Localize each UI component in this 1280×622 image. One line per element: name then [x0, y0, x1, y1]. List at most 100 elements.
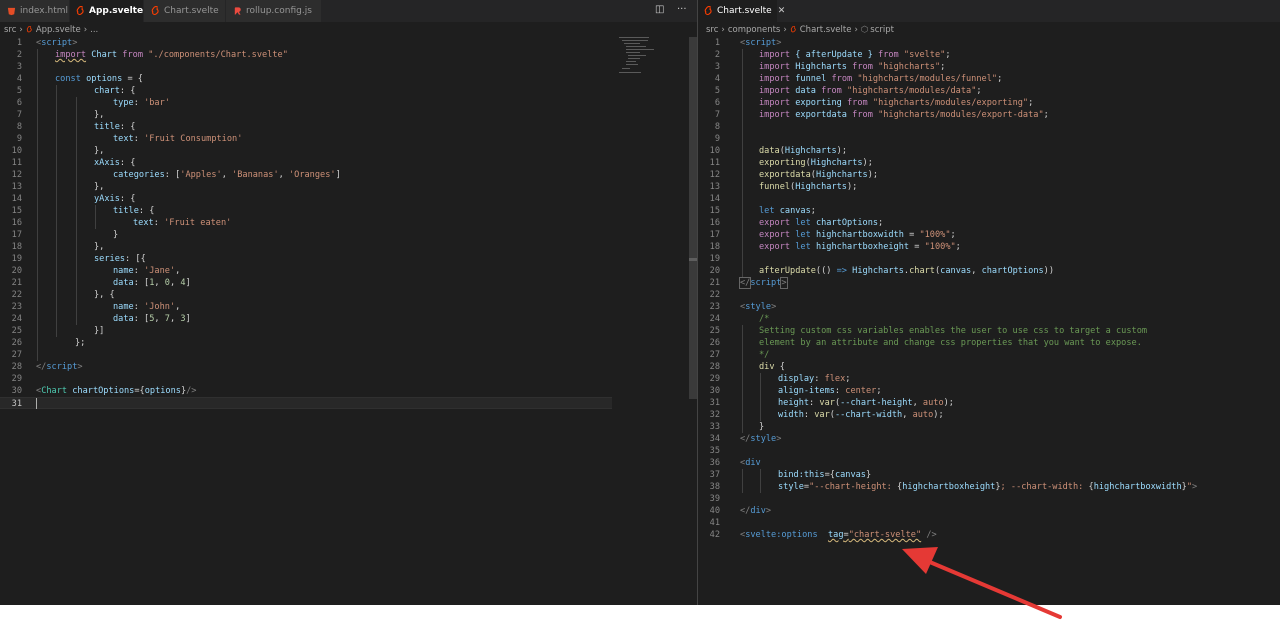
code-line: 28 div {	[709, 362, 785, 372]
code-line: 21 data: [1, 0, 4]	[11, 278, 191, 288]
code-line: 17}	[11, 230, 119, 240]
code-line: 26 element by an attribute and change css…	[709, 338, 1142, 348]
tab-chart-svelte-right[interactable]: Chart.svelte ✕	[698, 0, 785, 22]
left-code-area[interactable]: 1 <script> 2 import Chart from "./componen…	[0, 37, 697, 605]
code-line: 14	[709, 194, 720, 204]
minimap[interactable]	[619, 37, 689, 77]
code-line: 16 text: 'Fruit eaten'	[11, 218, 232, 228]
code-line: 30 <Chart chartOptions={options}/>	[11, 386, 197, 396]
code-line: 3 import Highcharts from "highcharts";	[714, 62, 946, 72]
code-line: 14 yAxis: {	[11, 194, 136, 204]
breadcrumb-app-svelte[interactable]: App.svelte	[36, 25, 81, 35]
code-line: 27 */	[709, 350, 770, 360]
code-line: 26};	[11, 338, 86, 348]
code-line: 9 text: 'Fruit Consumption'	[16, 134, 243, 144]
current-line[interactable]: 31	[0, 397, 612, 409]
code-line: 6 type: 'bar'	[16, 98, 170, 108]
code-line: 10 data(Highcharts);	[709, 146, 847, 156]
code-line: 22}, {	[11, 290, 115, 300]
vertical-scrollbar[interactable]	[689, 37, 697, 399]
code-line: 40 </div>	[709, 506, 772, 516]
code-line: 37 bind:this={canvas}	[709, 470, 872, 480]
code-line: 28 </script>	[11, 362, 83, 372]
code-line: 25 Setting custom css variables enables t…	[709, 326, 1148, 336]
code-line: 42 <svelte:options tag="chart-svelte" />	[709, 530, 937, 540]
chevron-right-icon: ›	[721, 24, 725, 35]
code-line: 30 align-items: center;	[709, 386, 882, 396]
code-line: 11 xAxis: {	[11, 158, 136, 168]
code-line: 16 export let chartOptions;	[709, 218, 884, 228]
code-line: 17 export let highchartboxwidth = "100%";	[709, 230, 956, 240]
cube-icon: ⬡	[860, 24, 869, 35]
svelte-file-icon	[790, 26, 796, 33]
breadcrumb-components[interactable]: components	[728, 25, 781, 35]
code-line: 35	[709, 446, 720, 456]
chevron-right-icon: ›	[854, 24, 858, 35]
code-line: 20 name: 'Jane',	[11, 266, 181, 276]
breadcrumb-script[interactable]: script	[870, 25, 894, 35]
code-line: 23 <style>	[709, 302, 777, 312]
code-line: 27	[11, 350, 22, 360]
left-tab-bar: index.html App.svelte ✕ Chart.svelte ro	[0, 0, 697, 22]
chevron-right-icon: ›	[783, 24, 787, 35]
code-line: 12 categories: ['Apples', 'Bananas', 'Ora…	[11, 170, 341, 180]
code-line: 2 import Chart from "./components/Chart.s…	[16, 50, 288, 60]
breadcrumb: src › App.svelte › ...	[0, 22, 697, 37]
code-line: 1 <script>	[16, 38, 78, 48]
code-line: 6 import exporting from "highcharts/modul…	[714, 98, 1034, 108]
right-code-area[interactable]: 1 <script> 2 import { afterUpdate } from "…	[698, 37, 1280, 605]
code-line: 41	[709, 518, 720, 528]
svelte-file-icon	[26, 26, 32, 33]
tab-index-html[interactable]: index.html	[0, 0, 70, 22]
rollup-file-icon	[232, 6, 242, 16]
code-line: 33}	[709, 422, 765, 432]
svelte-file-icon	[150, 6, 160, 16]
code-line: 8	[714, 122, 720, 132]
code-line: 29	[11, 374, 22, 384]
code-line: 11 exporting(Highcharts);	[709, 158, 873, 168]
more-actions-icon[interactable]: ···	[677, 4, 687, 15]
code-line: 15 let canvas;	[709, 206, 816, 216]
breadcrumb-chart-svelte[interactable]: Chart.svelte	[800, 25, 852, 35]
svelte-file-icon	[76, 6, 85, 16]
code-line: 24 data: [5, 7, 3]	[11, 314, 191, 324]
code-line: 7},	[16, 110, 105, 120]
split-editor-icon[interactable]: ◫	[655, 4, 664, 15]
right-tab-bar: Chart.svelte ✕	[698, 0, 1280, 22]
code-line: 3	[16, 62, 22, 72]
code-line: 1 <script>	[714, 38, 782, 48]
code-line: 13},	[11, 182, 105, 192]
html-file-icon	[6, 6, 16, 16]
code-line: 29 display: flex;	[709, 374, 851, 384]
left-editor-pane: index.html App.svelte ✕ Chart.svelte ro	[0, 0, 697, 605]
svelte-file-icon	[704, 6, 713, 16]
breadcrumb-more[interactable]: ...	[90, 25, 98, 35]
breadcrumb: src › components › Chart.svelte › ⬡ scri…	[698, 22, 1280, 37]
code-line: 15 title: {	[11, 206, 155, 216]
code-line: 31 height: var(--chart-height, auto);	[709, 398, 954, 408]
close-icon[interactable]: ✕	[778, 6, 786, 16]
code-line: 5 chart: {	[16, 86, 136, 96]
chevron-right-icon: ›	[83, 24, 88, 35]
code-line: 34 </style>	[709, 434, 782, 444]
breadcrumb-src[interactable]: src	[706, 25, 718, 35]
code-line: 25}]	[11, 326, 105, 336]
code-line: 39	[709, 494, 720, 504]
code-line: 18 export let highchartboxheight = "100%"…	[709, 242, 961, 252]
code-line: 36 <div	[709, 458, 761, 468]
code-line: 20 afterUpdate(() => Highcharts.chart(can…	[709, 266, 1055, 276]
code-line: 32 width: var(--chart-width, auto);	[709, 410, 944, 420]
breadcrumb-src[interactable]: src	[4, 25, 16, 35]
tab-app-svelte[interactable]: App.svelte ✕	[70, 0, 157, 22]
code-line: 4 import funnel from "highcharts/modules/…	[714, 74, 1003, 84]
code-line: 19 series: [{	[11, 254, 146, 264]
tab-rollup-config[interactable]: rollup.config.js	[226, 0, 322, 22]
right-editor-pane: Chart.svelte ✕ src › components › Chart.…	[698, 0, 1280, 605]
code-line: 24/*	[709, 314, 770, 324]
code-line: 5 import data from "highcharts/modules/da…	[714, 86, 982, 96]
code-line: 23 name: 'John',	[11, 302, 181, 312]
code-line: 8 title: {	[16, 122, 136, 132]
code-line: 19	[709, 254, 720, 264]
scrollbar-thumb[interactable]	[689, 258, 697, 261]
tab-chart-svelte[interactable]: Chart.svelte	[144, 0, 226, 22]
